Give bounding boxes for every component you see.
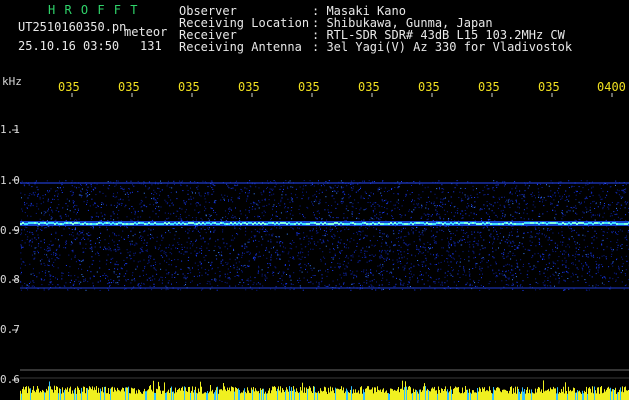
time-label: 035 bbox=[298, 80, 320, 94]
time-label: 035 bbox=[538, 80, 560, 94]
time-label: 035 bbox=[358, 80, 380, 94]
freq-label: 1.0 bbox=[0, 174, 20, 187]
time-label: 035 bbox=[178, 80, 200, 94]
time-label: 035 bbox=[238, 80, 260, 94]
noise-band bbox=[20, 180, 629, 291]
freq-unit-label: kHz bbox=[2, 75, 22, 88]
file-suffix: meteor bbox=[124, 25, 168, 39]
antenna-label: Receiving Antenna bbox=[179, 40, 302, 54]
file-label: UT2510160350.pn bbox=[18, 20, 127, 34]
time-label: 035 bbox=[58, 80, 80, 94]
time-label: 035 bbox=[418, 80, 440, 94]
band-edge-bottom bbox=[20, 287, 629, 289]
time-label: 035 bbox=[118, 80, 140, 94]
count-value: 131 bbox=[140, 39, 162, 53]
freq-label: 1.1 bbox=[0, 123, 20, 136]
band-edge-top bbox=[20, 182, 629, 184]
spectrogram-canvas bbox=[12, 93, 629, 400]
freq-label: 0.7 bbox=[0, 323, 20, 336]
time-label: 035 bbox=[478, 80, 500, 94]
freq-label: 0.9 bbox=[0, 224, 20, 237]
antenna-value: : 3el Yagi(V) Az 330 for Vladivostok bbox=[312, 40, 573, 54]
time-label: 0400 bbox=[597, 80, 626, 94]
freq-label: 0.6 bbox=[0, 373, 20, 386]
freq-label: 0.8 bbox=[0, 273, 20, 286]
level-bars bbox=[20, 380, 629, 400]
timestamp: 25.10.16 03:50 bbox=[18, 39, 120, 53]
app-title: H R O F F T bbox=[48, 3, 139, 17]
